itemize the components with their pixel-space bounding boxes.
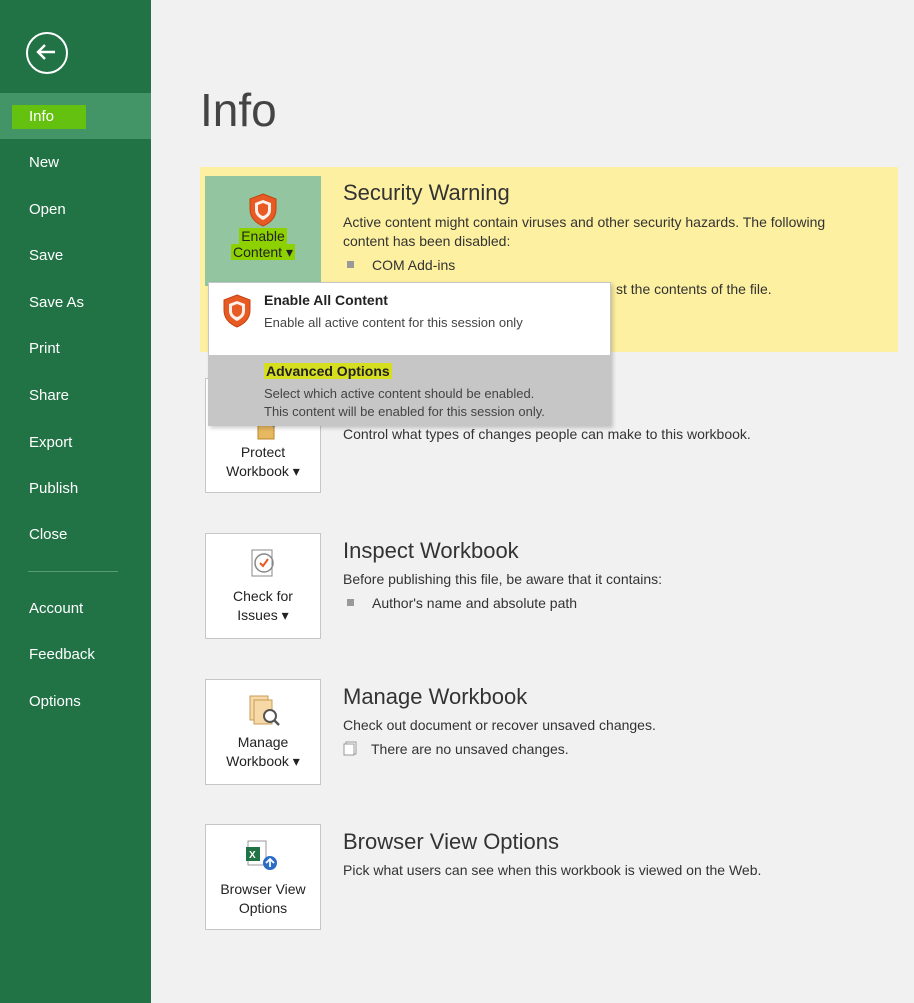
- shield-icon: [247, 192, 279, 228]
- enable-content-button[interactable]: Enable Content ▾: [205, 176, 321, 286]
- manage-workbook-label: Manage Workbook ▾: [226, 734, 300, 769]
- sidebar-item-label: Publish: [29, 480, 79, 497]
- security-warning-title: Security Warning: [343, 180, 510, 205]
- sidebar-item-info[interactable]: Info: [0, 93, 151, 139]
- manage-workbook-desc: Check out document or recover unsaved ch…: [343, 717, 656, 733]
- enable-all-content-title: Enable All Content: [264, 292, 388, 308]
- sidebar-item-label: Open: [29, 201, 66, 218]
- check-for-issues-label: Check for Issues ▾: [233, 588, 293, 623]
- sidebar-item-close[interactable]: Close: [0, 512, 151, 558]
- inspect-item: Author's name and absolute path: [343, 594, 577, 613]
- security-warning-desc: Active content might contain viruses and…: [343, 214, 826, 249]
- sidebar-item-label: Save: [29, 247, 64, 264]
- sidebar-item-label: Print: [29, 340, 60, 357]
- enable-all-content-desc: Enable all active content for this sessi…: [264, 315, 523, 330]
- check-for-issues-button[interactable]: Check for Issues ▾: [205, 533, 321, 639]
- back-arrow-icon[interactable]: [26, 32, 68, 74]
- advanced-options-desc: Select which active content should be en…: [264, 386, 545, 419]
- sidebar-item-label: Options: [29, 693, 81, 710]
- sidebar-item-options[interactable]: Options: [0, 679, 151, 725]
- manage-documents-icon: [246, 692, 282, 730]
- shield-icon: [221, 293, 253, 329]
- sidebar-item-label: Account: [29, 600, 84, 617]
- enable-all-content-item[interactable]: Enable All Content Enable all active con…: [209, 283, 610, 353]
- svg-text:X: X: [249, 850, 256, 861]
- sidebar-item-print[interactable]: Print: [0, 326, 151, 372]
- browser-view-options-desc: Pick what users can see when this workbo…: [343, 862, 762, 878]
- document-icon: [343, 740, 359, 756]
- enable-content-label: Enable Content ▾: [231, 228, 295, 260]
- sidebar-item-publish[interactable]: Publish: [0, 466, 151, 512]
- advanced-options-item[interactable]: Advanced Options Select which active con…: [209, 355, 610, 425]
- info-pane: Info Enable Content ▾ Security Warning A…: [151, 0, 914, 1003]
- sidebar-item-label: Share: [29, 387, 70, 404]
- sidebar-item-label: New: [29, 154, 60, 171]
- sidebar-item-label: Save As: [29, 294, 85, 311]
- sidebar-item-feedback[interactable]: Feedback: [0, 632, 151, 678]
- protect-workbook-label: Protect Workbook ▾: [226, 444, 300, 479]
- browser-view-options-title: Browser View Options: [343, 829, 560, 854]
- sidebar-divider: [28, 571, 118, 572]
- sidebar-item-account[interactable]: Account: [0, 586, 151, 632]
- inspect-workbook-desc: Before publishing this file, be aware th…: [343, 571, 663, 587]
- sidebar-item-label: Export: [29, 434, 73, 451]
- backstage-sidebar: Info New Open Save Save As Print Share E…: [0, 0, 151, 1003]
- manage-workbook-title: Manage Workbook: [343, 684, 528, 709]
- browser-view-options-label: Browser View Options: [220, 881, 306, 916]
- sidebar-item-open[interactable]: Open: [0, 187, 151, 233]
- enable-content-dropdown: Enable All Content Enable all active con…: [208, 282, 611, 426]
- sidebar-item-label: Close: [29, 526, 68, 543]
- inspect-workbook-title: Inspect Workbook: [343, 538, 519, 563]
- sidebar-item-new[interactable]: New: [0, 140, 151, 186]
- sidebar-item-export[interactable]: Export: [0, 420, 151, 466]
- trust-text: st the contents of the file.: [616, 281, 772, 297]
- browser-view-options-button[interactable]: X Browser View Options: [205, 824, 321, 930]
- manage-workbook-button[interactable]: Manage Workbook ▾: [205, 679, 321, 785]
- advanced-options-title: Advanced Options: [264, 363, 392, 379]
- unsaved-changes-item: There are no unsaved changes.: [343, 740, 569, 759]
- sidebar-item-label: Info: [29, 108, 55, 125]
- sidebar-item-save-as[interactable]: Save As: [0, 280, 151, 326]
- check-document-icon: [246, 546, 280, 582]
- protect-workbook-desc: Control what types of changes people can…: [343, 426, 751, 442]
- excel-browser-icon: X: [244, 839, 280, 875]
- sidebar-item-save[interactable]: Save: [0, 233, 151, 279]
- page-title: Info: [200, 84, 277, 136]
- sidebar-item-label: Feedback: [29, 646, 95, 663]
- sidebar-item-share[interactable]: Share: [0, 373, 151, 419]
- disabled-content-item: COM Add-ins: [343, 256, 455, 275]
